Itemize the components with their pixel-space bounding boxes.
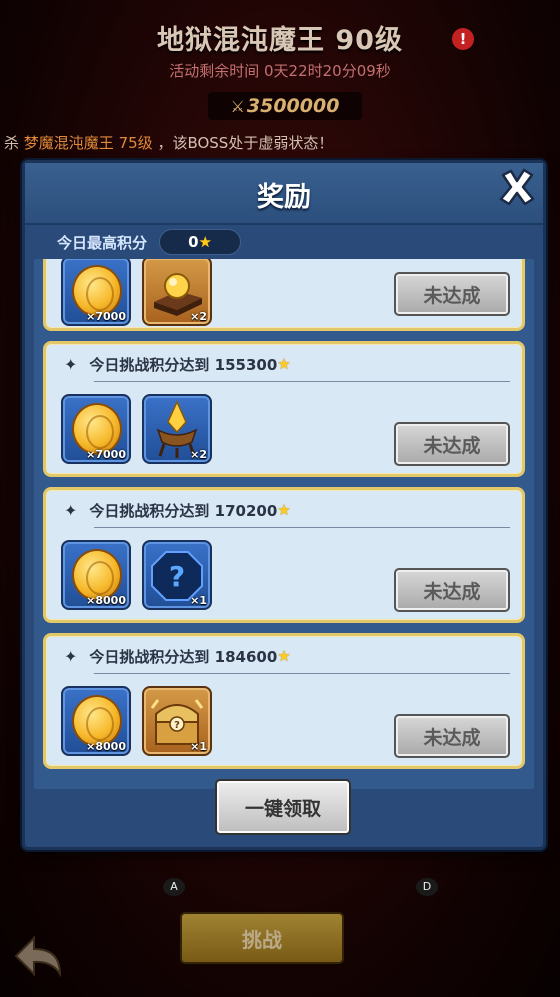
boss-score-pill: ⚔ 3500000 — [208, 92, 362, 120]
gold-coin-icon[interactable]: ×7000 — [61, 259, 131, 326]
unreached-button[interactable]: 未达成 — [394, 272, 510, 316]
reward-modal: 奖励 今日最高积分 0 ★ ×7000 ×2 未达成 ✦ 今日挑战积分达到 15… — [22, 160, 546, 850]
card-header: ✦ 今日挑战积分达到 155300 ★ — [64, 352, 512, 376]
card-header: ✦ 今日挑战积分达到 170200 ★ — [64, 498, 512, 522]
item-qty: ×7000 — [86, 448, 126, 461]
treasure-chest-icon[interactable]: ? ×1 — [142, 686, 212, 756]
card-title: 今日挑战积分达到 155300 — [89, 355, 278, 374]
claim-all-button[interactable]: 一键领取 — [215, 779, 351, 835]
gold-coin-icon[interactable]: ×8000 — [61, 686, 131, 756]
mystery-item-icon[interactable]: ? ×1 — [142, 540, 212, 610]
modal-title: 奖励 — [257, 182, 311, 213]
reward-card: ✦ 今日挑战积分达到 155300 ★ ×7000 ×2 未达成 — [43, 341, 525, 477]
star-icon: ★ — [277, 355, 291, 373]
unreached-button[interactable]: 未达成 — [394, 568, 510, 612]
sparkle-icon: ✦ — [64, 354, 78, 374]
news-ticker: 杀 梦魔混沌魔王 75级 ，该BOSS处于虚弱状态！ — [0, 132, 560, 153]
item-qty: ×7000 — [86, 310, 126, 323]
sparkle-icon: ✦ — [64, 500, 78, 520]
item-qty: ×1 — [190, 594, 207, 607]
close-icon[interactable] — [495, 165, 539, 209]
item-qty: ×8000 — [86, 594, 126, 607]
highscore-value: 0 — [188, 233, 199, 251]
highscore-label: 今日最高积分 — [57, 233, 148, 252]
star-icon: ★ — [277, 501, 291, 519]
star-icon: ★ — [277, 647, 291, 665]
slot-label-d: D — [416, 878, 438, 896]
reward-list[interactable]: ×7000 ×2 未达成 ✦ 今日挑战积分达到 155300 ★ ×7000 ×… — [34, 259, 534, 789]
reward-card: ✦ 今日挑战积分达到 184600 ★ ×8000 ? ×1 未达成 — [43, 633, 525, 769]
time-label: 活动剩余时间 — [169, 62, 260, 80]
challenge-button[interactable]: 挑战 — [180, 912, 344, 964]
sword-icon: ⚔ — [230, 96, 245, 116]
svg-text:?: ? — [174, 720, 180, 731]
treasure-box-icon[interactable]: ×2 — [142, 259, 212, 326]
ticker-highlight: 梦魔混沌魔王 75级 — [23, 134, 153, 152]
slot-label-a: A — [163, 878, 185, 896]
unreached-button[interactable]: 未达成 — [394, 422, 510, 466]
modal-header: 奖励 — [25, 163, 543, 225]
boss-title: 地狱混沌魔王 90级 — [157, 25, 403, 56]
boss-score-value: 3500000 — [246, 95, 340, 117]
item-qty: ×2 — [190, 448, 207, 461]
svg-text:?: ? — [169, 560, 185, 593]
card-divider — [94, 527, 510, 528]
highscore-box: 0 ★ — [159, 229, 242, 255]
card-title: 今日挑战积分达到 184600 — [89, 647, 278, 666]
card-header: ✦ 今日挑战积分达到 184600 ★ — [64, 644, 512, 668]
card-divider — [94, 381, 510, 382]
crystal-brazier-icon[interactable]: ×2 — [142, 394, 212, 464]
ticker-prefix: 杀 — [4, 134, 20, 152]
star-icon: ★ — [198, 233, 212, 251]
gold-coin-icon[interactable]: ×8000 — [61, 540, 131, 610]
time-value: 0天22时20分09秒 — [263, 62, 391, 80]
item-qty: ×1 — [190, 740, 207, 753]
card-divider — [94, 673, 510, 674]
alert-icon[interactable]: ! — [452, 28, 474, 50]
ticker-suffix: ，该BOSS处于虚弱状态！ — [157, 134, 334, 152]
reward-card: ×7000 ×2 未达成 — [43, 259, 525, 331]
event-time-row: 活动剩余时间 0天22时20分09秒 — [0, 60, 560, 81]
reward-card: ✦ 今日挑战积分达到 170200 ★ ×8000 ? ×1 未达成 — [43, 487, 525, 623]
card-title: 今日挑战积分达到 170200 — [89, 501, 278, 520]
gold-coin-icon[interactable]: ×7000 — [61, 394, 131, 464]
back-arrow-icon[interactable] — [8, 930, 68, 985]
highscore-row: 今日最高积分 0 ★ — [57, 228, 242, 256]
item-qty: ×8000 — [86, 740, 126, 753]
item-qty: ×2 — [190, 310, 207, 323]
unreached-button[interactable]: 未达成 — [394, 714, 510, 758]
sparkle-icon: ✦ — [64, 646, 78, 666]
